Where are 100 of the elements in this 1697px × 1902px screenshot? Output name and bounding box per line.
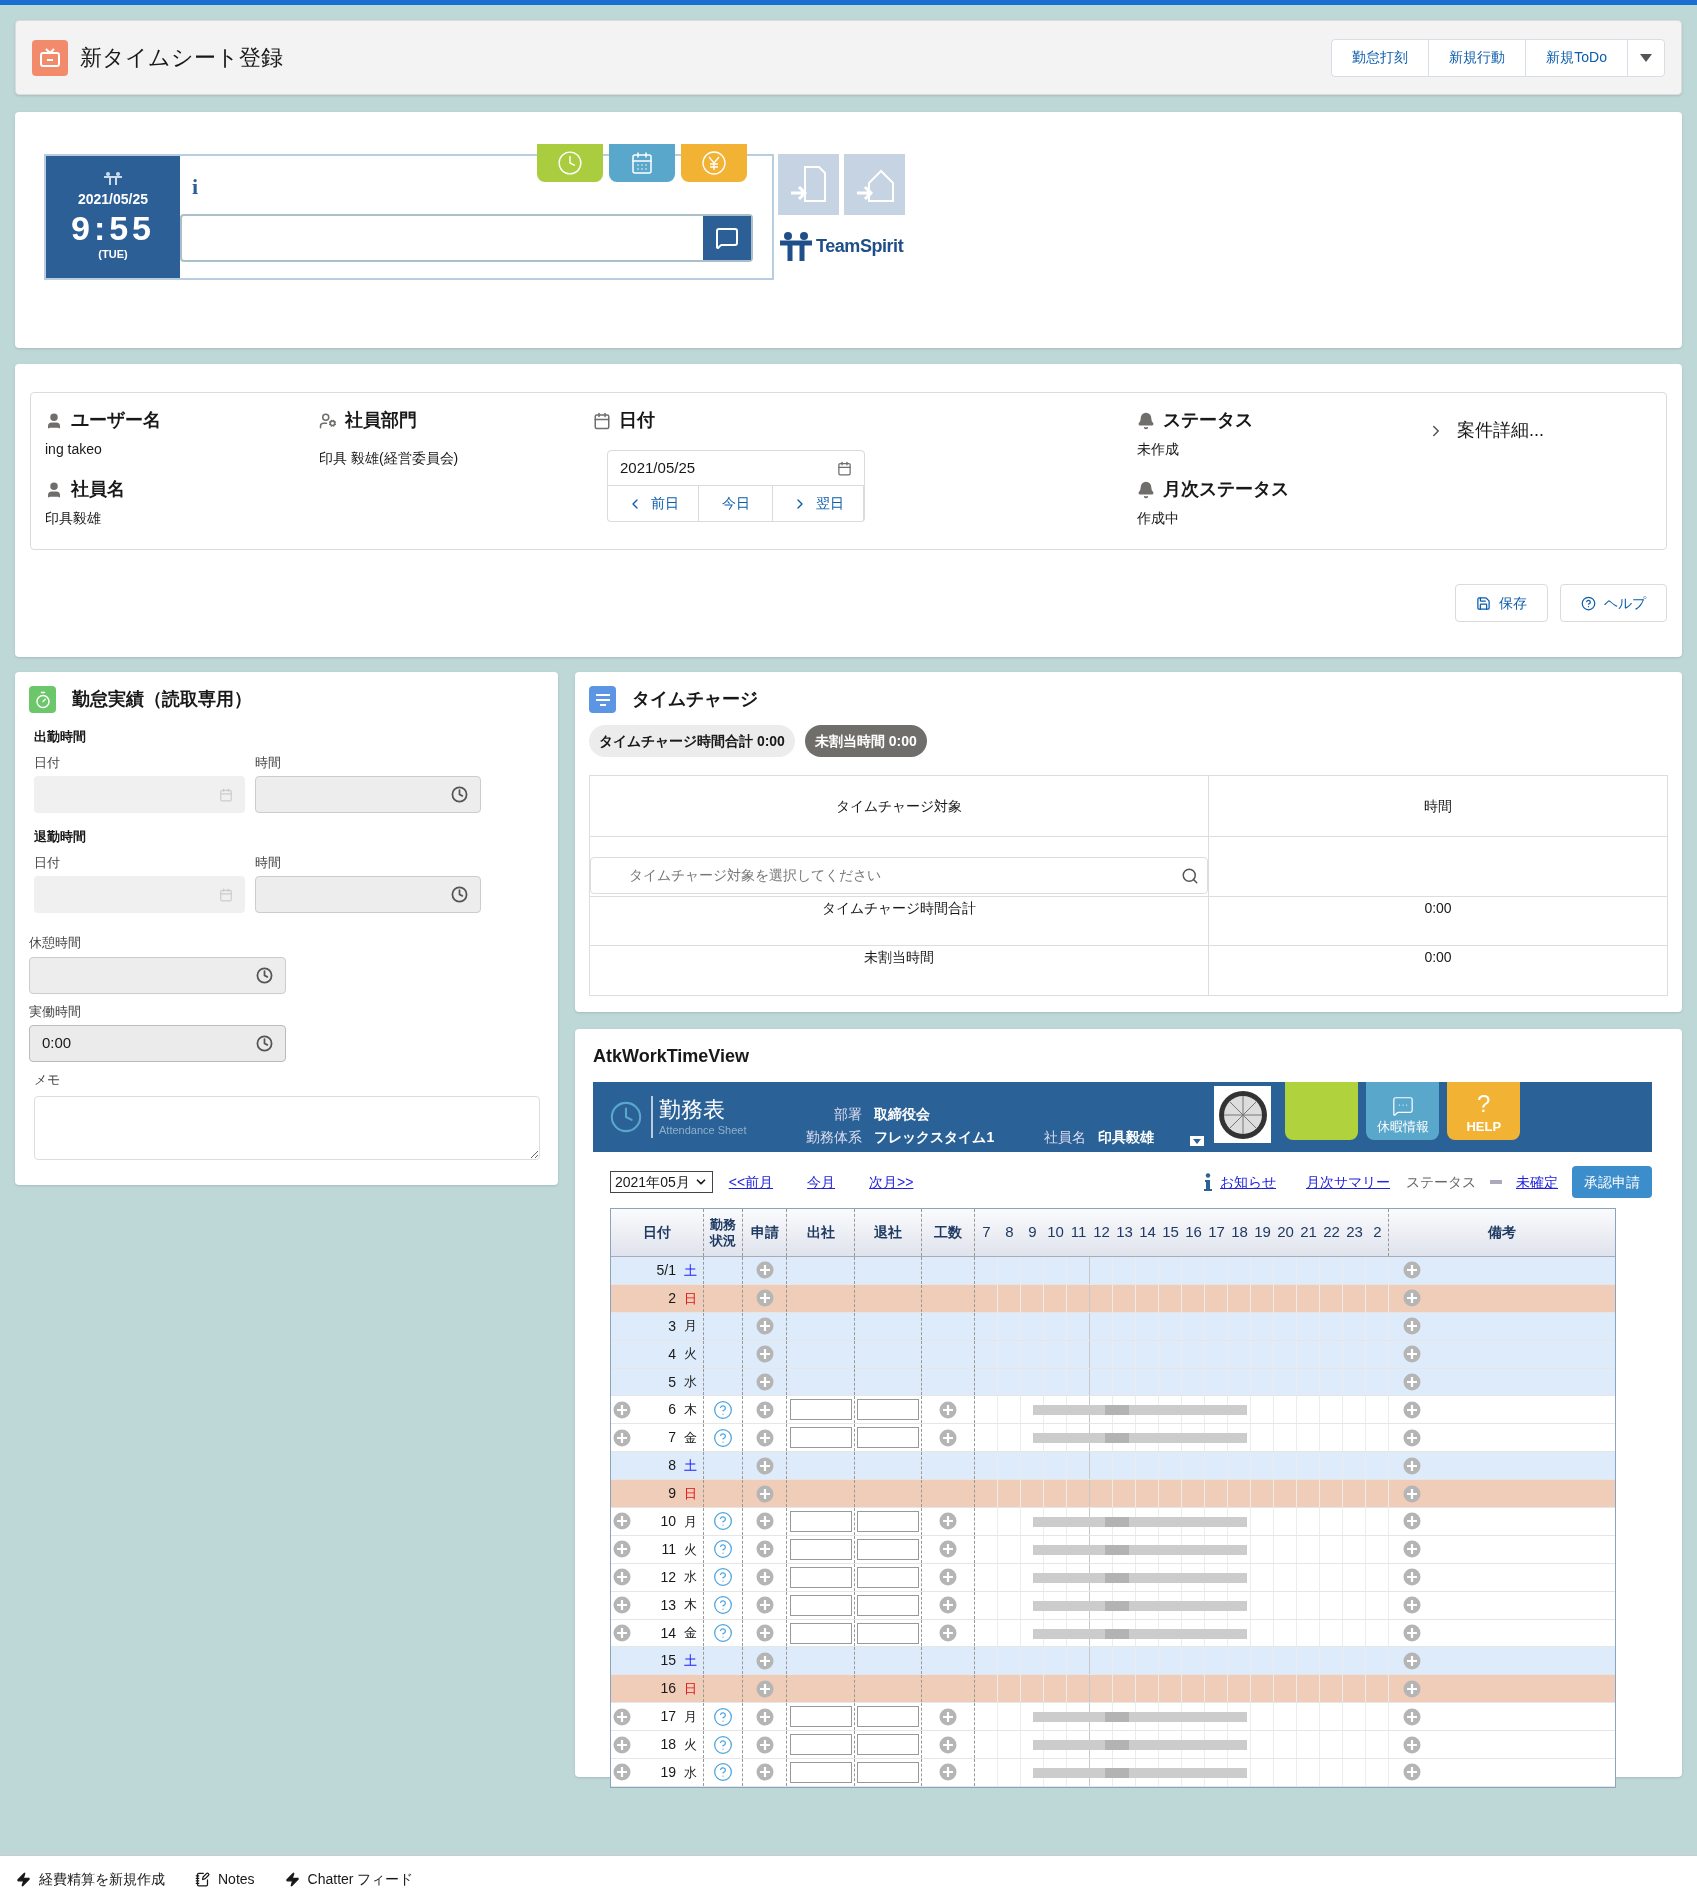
office-in-button[interactable] [778, 154, 839, 215]
add-icon[interactable] [1403, 1596, 1421, 1615]
add-icon[interactable] [613, 1735, 631, 1754]
header-button[interactable]: 新規行動 [1429, 39, 1527, 76]
monthly-summary-link[interactable]: 月次サマリー [1306, 1171, 1390, 1193]
add-icon[interactable] [1403, 1317, 1421, 1336]
clock-out-field[interactable] [857, 1510, 919, 1532]
clock-out-field[interactable] [857, 1399, 919, 1421]
help-icon[interactable] [713, 1734, 733, 1755]
date-nav-button[interactable]: 翌日 [773, 486, 864, 521]
clock-out-field[interactable] [857, 1761, 919, 1783]
add-icon[interactable] [939, 1624, 957, 1642]
add-icon[interactable] [613, 1707, 631, 1726]
submit-approval-button[interactable]: 承認申請 [1572, 1166, 1652, 1198]
help-icon[interactable] [713, 1623, 733, 1643]
add-icon[interactable] [1403, 1456, 1421, 1475]
add-icon[interactable] [755, 1763, 774, 1782]
add-icon[interactable] [613, 1624, 631, 1642]
clock-out-field[interactable] [857, 1566, 919, 1588]
search-field[interactable]: タイムチャージ対象を選択してください [590, 857, 1208, 894]
clock-out-field[interactable] [857, 1622, 919, 1644]
add-icon[interactable] [939, 1540, 957, 1559]
date-nav-button[interactable]: 前日 [608, 486, 699, 521]
help-icon[interactable] [713, 1762, 733, 1783]
add-icon[interactable] [1403, 1679, 1421, 1698]
add-icon[interactable] [755, 1568, 774, 1587]
add-icon[interactable] [755, 1345, 774, 1364]
add-icon[interactable] [755, 1456, 774, 1475]
add-icon[interactable] [755, 1484, 774, 1503]
utility-bar-item[interactable]: 経費精算を新規作成 [16, 1868, 165, 1890]
add-icon[interactable] [1403, 1568, 1421, 1587]
clock-in-field[interactable] [789, 1734, 852, 1756]
add-icon[interactable] [1403, 1624, 1421, 1642]
help-icon[interactable] [713, 1511, 733, 1532]
header-button[interactable]: 勤怠打刻 [1332, 39, 1430, 76]
add-icon[interactable] [1403, 1540, 1421, 1559]
add-icon[interactable] [1403, 1512, 1421, 1531]
add-icon[interactable] [755, 1596, 774, 1615]
comment-field[interactable] [180, 214, 753, 262]
header-button[interactable]: 新規ToDo [1526, 39, 1628, 76]
add-icon[interactable] [939, 1568, 957, 1587]
clock-in-field[interactable] [789, 1761, 852, 1783]
help-button[interactable]: ヘルプ [1560, 584, 1667, 622]
add-icon[interactable] [1403, 1651, 1421, 1670]
clock-in-field[interactable] [789, 1706, 852, 1728]
notice-link[interactable]: お知らせ [1220, 1171, 1276, 1193]
status-link[interactable]: 未確定 [1516, 1171, 1558, 1193]
help-icon[interactable] [713, 1567, 733, 1588]
month-select[interactable]: 2021年05月 [610, 1171, 713, 1193]
add-icon[interactable] [939, 1512, 957, 1531]
add-icon[interactable] [1403, 1763, 1421, 1782]
help-icon[interactable] [713, 1427, 733, 1448]
add-icon[interactable] [1403, 1735, 1421, 1754]
clock-tab[interactable] [537, 144, 603, 182]
add-icon[interactable] [1403, 1707, 1421, 1726]
clock-in-field[interactable] [789, 1510, 852, 1532]
expense-tab[interactable] [681, 144, 747, 182]
memo-field[interactable] [34, 1095, 540, 1160]
add-icon[interactable] [755, 1512, 774, 1531]
add-icon[interactable] [613, 1428, 631, 1447]
month-nav-link[interactable]: 次月>> [869, 1171, 914, 1193]
clock-in-field[interactable] [789, 1399, 852, 1421]
dropdown-icon[interactable] [1190, 1136, 1205, 1146]
add-icon[interactable] [755, 1679, 774, 1698]
add-icon[interactable] [939, 1707, 957, 1726]
add-icon[interactable] [613, 1400, 631, 1419]
add-icon[interactable] [1403, 1261, 1421, 1280]
clock-out-field[interactable] [857, 1594, 919, 1616]
save-button[interactable]: 保存 [1455, 584, 1548, 622]
help-icon[interactable] [713, 1706, 733, 1727]
utility-bar-item[interactable]: Notes [195, 1868, 255, 1890]
clock-in-field[interactable] [789, 1622, 852, 1644]
add-icon[interactable] [755, 1428, 774, 1447]
clock-in-field[interactable] [789, 1566, 852, 1588]
help-icon[interactable] [713, 1595, 733, 1616]
submit-comment-button[interactable] [703, 216, 751, 260]
add-icon[interactable] [939, 1596, 957, 1615]
add-icon[interactable] [939, 1400, 957, 1419]
timesheet-tab[interactable] [609, 144, 675, 182]
add-icon[interactable] [1403, 1484, 1421, 1503]
add-icon[interactable] [613, 1512, 631, 1531]
utility-bar-item[interactable]: Chatter フィード [284, 1868, 414, 1890]
add-icon[interactable] [755, 1289, 774, 1308]
add-icon[interactable] [613, 1540, 631, 1559]
add-icon[interactable] [755, 1624, 774, 1642]
help-icon[interactable] [713, 1399, 733, 1420]
add-icon[interactable] [613, 1596, 631, 1615]
add-icon[interactable] [1403, 1289, 1421, 1308]
add-icon[interactable] [939, 1763, 957, 1782]
add-icon[interactable] [755, 1261, 774, 1280]
details-link[interactable]: 案件詳細... [1427, 417, 1544, 444]
clock-out-field[interactable] [857, 1706, 919, 1728]
add-icon[interactable] [755, 1317, 774, 1336]
add-icon[interactable] [1403, 1428, 1421, 1447]
add-icon[interactable] [755, 1373, 774, 1391]
clock-in-field[interactable] [789, 1427, 852, 1449]
date-nav-button[interactable]: 今日 [699, 486, 773, 521]
clock-out-field[interactable] [857, 1427, 919, 1449]
add-icon[interactable] [755, 1735, 774, 1754]
home-in-button[interactable] [844, 154, 905, 215]
